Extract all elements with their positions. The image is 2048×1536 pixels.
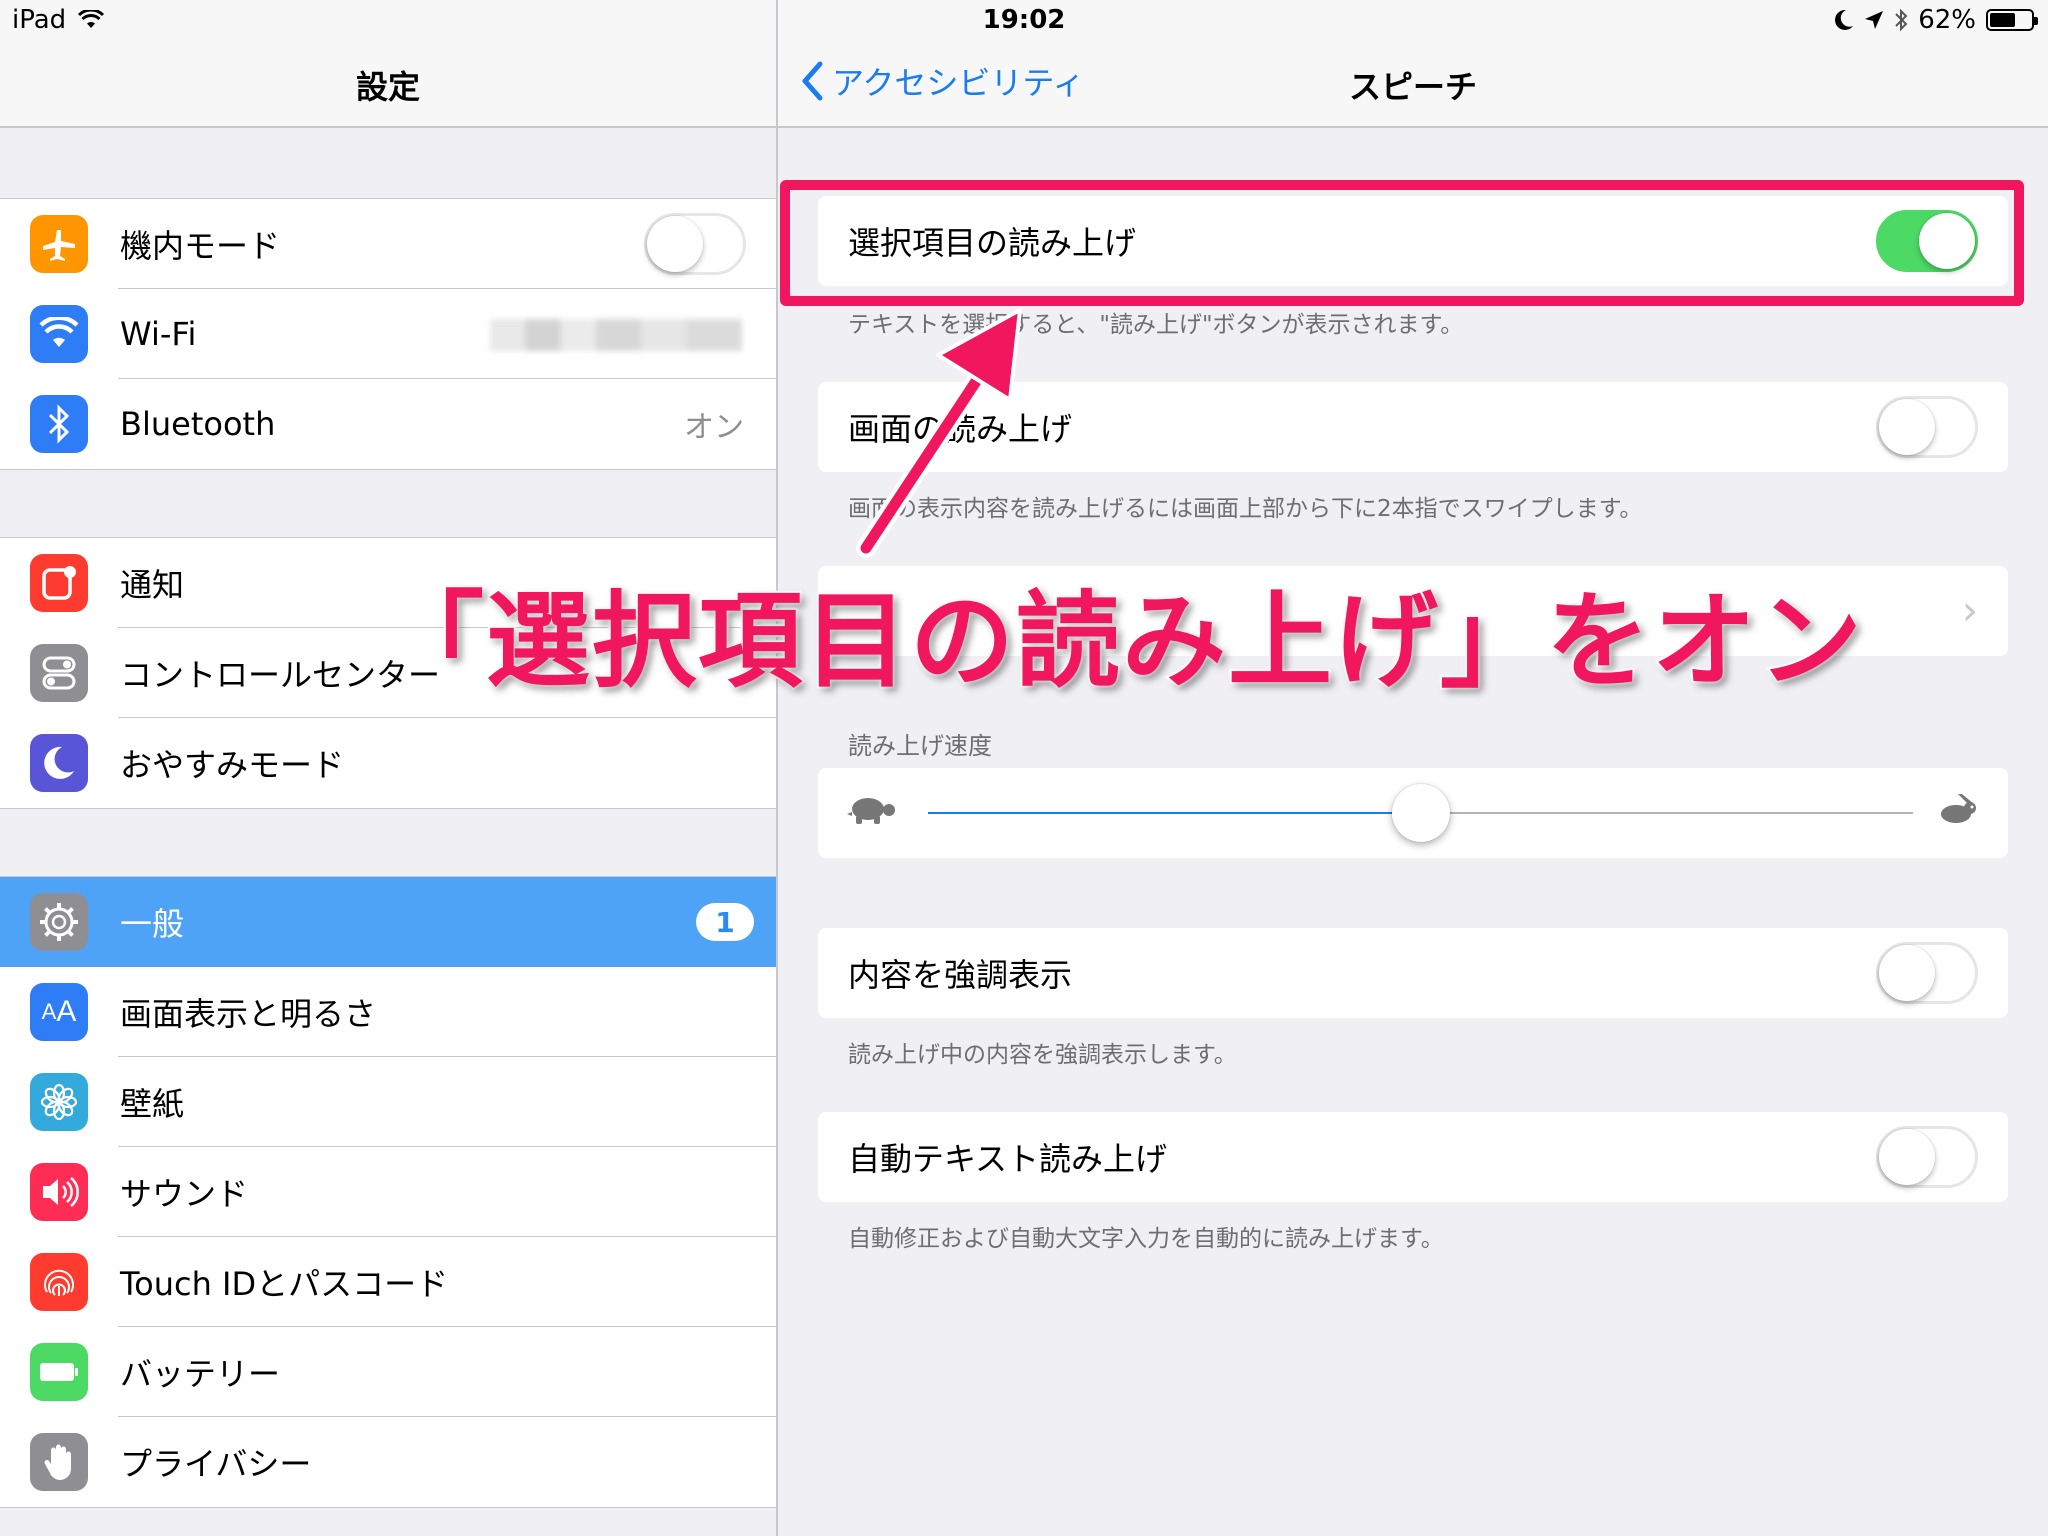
annotation-arrow-icon <box>856 308 1022 558</box>
annotation-caption: 「選択項目の読み上げ」をオン <box>378 578 1865 704</box>
